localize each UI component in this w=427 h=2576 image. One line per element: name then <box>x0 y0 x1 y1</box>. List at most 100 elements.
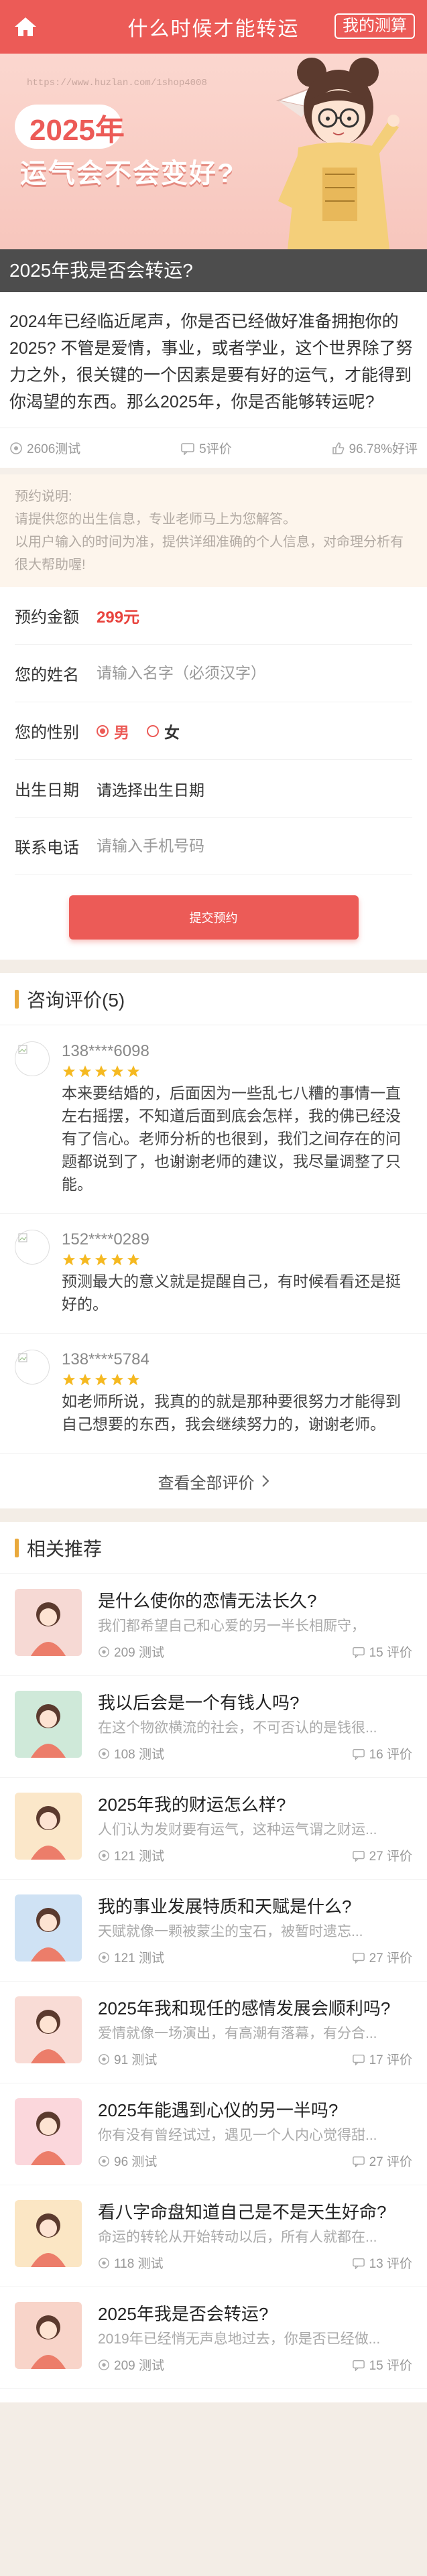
related-tests: 108 测试 <box>98 1744 164 1762</box>
related-item-meta: 209 测试 15 评价 <box>98 1643 412 1661</box>
related-item-title: 2025年我的财运怎么样? <box>98 1795 286 1815</box>
eye-icon <box>99 1646 109 1657</box>
banner-year: 2025年 <box>29 114 125 147</box>
review-text: 预测最大的意义就是提醒自己，有时候看看还是挺好的。 <box>62 1273 401 1313</box>
related-tests-count: 91 测试 <box>114 2053 158 2067</box>
related-tests: 209 测试 <box>98 1643 164 1661</box>
eye-icon <box>99 2257 109 2268</box>
related-header: 相关推荐 <box>0 1522 427 1574</box>
booking-form: 预约金额 299元 您的姓名 您的性别 男 女 出生日期 请选择出生日期 联系电… <box>0 587 427 960</box>
reviews-section: 咨询评价(5) 138****6098 本来要结婚的，后面因为一些乱七八糟的事情… <box>0 973 427 1508</box>
star-icon <box>95 1373 108 1386</box>
related-thumbnail <box>15 1589 82 1656</box>
related-reviews-count: 17 评价 <box>369 2053 412 2067</box>
gender-row: 您的性别 男 女 <box>15 702 412 760</box>
related-item[interactable]: 是什么使你的恋情无法长久? 我们都希望自己和心爱的另一半长相厮守， 209 测试… <box>0 1574 427 1676</box>
gender-male-label: 男 <box>114 723 129 741</box>
illustration-icon <box>15 1793 82 1860</box>
star-icon <box>78 1065 92 1078</box>
my-test-button[interactable]: 我的测算 <box>334 13 415 39</box>
related-item[interactable]: 2025年我和现任的感情发展会顺利吗? 爱情就像一场演出，有高潮有落幕，有分合.… <box>0 1982 427 2083</box>
stats-row: 2606测试 5评价 96.78%好评 <box>0 428 427 468</box>
related-thumbnail <box>15 2098 82 2165</box>
related-item-desc: 在这个物欲横流的社会，不可否认的是钱很... <box>98 1720 377 1736</box>
name-input[interactable] <box>97 664 365 682</box>
banner: https://www.huzlan.com/1shop4008 2025年 运… <box>0 54 427 249</box>
reviews-header: 咨询评价(5) <box>0 973 427 1025</box>
related-reviews: 15 评价 <box>352 2356 412 2374</box>
related-thumbnail <box>15 2200 82 2267</box>
comment-icon <box>181 442 194 455</box>
related-item-desc: 爱情就像一场演出，有高潮有落幕，有分合... <box>98 2026 377 2041</box>
avatar <box>15 1230 50 1265</box>
name-label: 您的姓名 <box>15 666 79 684</box>
related-item[interactable]: 2025年我的财运怎么样? 人们认为发财要有运气，这种运气谓之财运... 121… <box>0 1778 427 1880</box>
related-reviews: 13 评价 <box>352 2254 412 2272</box>
radio-checked-icon <box>97 724 109 737</box>
related-item-meta: 96 测试 27 评价 <box>98 2152 412 2170</box>
submit-button[interactable]: 提交预约 <box>68 895 359 940</box>
rate-value: 96.78%好评 <box>349 442 418 456</box>
star-icon <box>127 1253 140 1266</box>
related-item-desc: 你有没有曾经试过，遇见一个人内心觉得甜... <box>98 2128 377 2143</box>
eye-icon <box>99 2155 109 2167</box>
reviews-title: 咨询评价(5) <box>27 989 125 1011</box>
related-reviews-count: 15 评价 <box>369 2359 412 2373</box>
phone-input[interactable] <box>97 837 365 855</box>
star-icon <box>78 1373 92 1386</box>
review-user: 152****0289 <box>62 1230 149 1248</box>
illustration-icon <box>15 2200 82 2267</box>
related-reviews-count: 16 评价 <box>369 1748 412 1762</box>
related-item[interactable]: 我的事业发展特质和天赋是什么? 天赋就像一颗被蒙尘的宝石，被暂时遗忘... 12… <box>0 1880 427 1982</box>
star-icon <box>62 1065 76 1078</box>
banner-watermark: https://www.huzlan.com/1shop4008 <box>27 78 207 88</box>
eye-icon <box>99 2053 109 2065</box>
eye-icon <box>10 442 22 454</box>
star-rating <box>62 1252 412 1267</box>
related-item[interactable]: 我以后会是一个有钱人吗? 在这个物欲横流的社会，不可否认的是钱很... 108 … <box>0 1676 427 1778</box>
star-rating <box>62 1372 412 1387</box>
star-icon <box>95 1253 108 1266</box>
related-item[interactable]: 2025年我是否会转运? 2019年已经悄无声息地过去，你是否已经做... 20… <box>0 2287 427 2389</box>
related-tests: 121 测试 <box>98 1846 164 1864</box>
related-tests-count: 209 测试 <box>114 2359 164 2373</box>
illustration-icon <box>15 1894 82 1961</box>
related-list: 是什么使你的恋情无法长久? 我们都希望自己和心爱的另一半长相厮守， 209 测试… <box>0 1574 427 2389</box>
review-item: 138****6098 本来要结婚的，后面因为一些乱七八糟的事情一直左右摇摆，不… <box>0 1025 427 1214</box>
intro-text: 2024年已经临近尾声，你是否已经做好准备拥抱你的2025? 不管是爱情，事业，… <box>9 312 413 411</box>
related-thumbnail <box>15 1793 82 1860</box>
review-text: 本来要结婚的，后面因为一些乱七八糟的事情一直左右摇摆，不知道后面到底会怎样，我的… <box>62 1084 401 1193</box>
eye-icon <box>99 1748 109 1759</box>
birth-date-picker[interactable]: 请选择出生日期 <box>97 777 204 800</box>
price-value: 299元 <box>97 608 140 627</box>
star-icon <box>62 1253 76 1266</box>
related-item-desc: 命运的转轮从开始转动以后，所有人就都在... <box>98 2230 377 2245</box>
star-rating <box>62 1064 412 1079</box>
gender-male-radio[interactable]: 男 <box>97 720 129 743</box>
related-item[interactable]: 2025年能遇到心仪的另一半吗? 你有没有曾经试过，遇见一个人内心觉得甜... … <box>0 2083 427 2185</box>
comment-icon <box>352 1952 365 1963</box>
star-icon <box>127 1065 140 1078</box>
notice-title: 预约说明: <box>15 489 72 504</box>
related-tests-count: 121 测试 <box>114 1951 164 1966</box>
related-section: 相关推荐 是什么使你的恋情无法长久? 我们都希望自己和心爱的另一半长相厮守， 2… <box>0 1522 427 2402</box>
star-icon <box>111 1253 124 1266</box>
gender-female-label: 女 <box>164 723 180 741</box>
gender-female-radio[interactable]: 女 <box>147 720 180 743</box>
birth-row[interactable]: 出生日期 请选择出生日期 <box>15 760 412 818</box>
related-item-title: 我的事业发展特质和天赋是什么? <box>98 1896 352 1917</box>
girl-illustration <box>276 58 400 249</box>
related-thumbnail <box>15 2302 82 2369</box>
reviews-count: 5评价 <box>199 442 232 456</box>
review-item: 152****0289 预测最大的意义就是提醒自己，有时候看看还是挺好的。 <box>0 1214 427 1334</box>
price-label: 预约金额 <box>15 608 79 627</box>
related-title: 相关推荐 <box>27 1538 103 1559</box>
view-all-reviews-link[interactable]: 查看全部评价 <box>0 1454 427 1508</box>
view-all-label: 查看全部评价 <box>158 1474 255 1492</box>
chevron-right-icon <box>261 1475 269 1487</box>
related-reviews-count: 15 评价 <box>369 1646 412 1660</box>
related-tests-count: 108 测试 <box>114 1748 164 1762</box>
star-icon <box>95 1065 108 1078</box>
birth-label: 出生日期 <box>15 781 79 799</box>
related-item[interactable]: 看八字命盘知道自己是不是天生好命? 命运的转轮从开始转动以后，所有人就都在...… <box>0 2185 427 2287</box>
